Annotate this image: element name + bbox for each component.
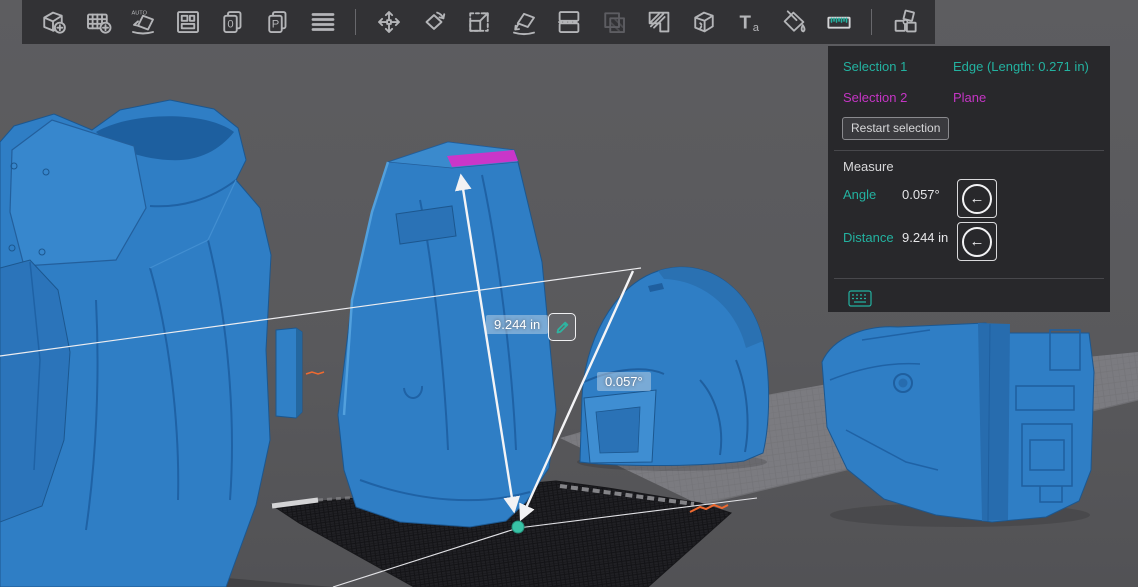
rotate-icon[interactable] bbox=[411, 0, 456, 44]
keyboard-icon bbox=[848, 290, 872, 307]
arrow-left-circle-icon: ← bbox=[962, 184, 992, 214]
arrow-left-circle-icon: ← bbox=[962, 227, 992, 257]
edit-distance-button[interactable] bbox=[548, 313, 576, 341]
measure-vertex-point bbox=[512, 521, 524, 533]
keyboard-shortcuts-button[interactable] bbox=[848, 290, 872, 307]
svg-text:0: 0 bbox=[227, 19, 233, 31]
angle-label: Angle bbox=[843, 187, 876, 202]
svg-text:a: a bbox=[752, 22, 759, 34]
angle-tag: 0.057° bbox=[597, 372, 651, 391]
variable-layer-height-icon bbox=[591, 0, 636, 44]
object-list-icon[interactable] bbox=[300, 0, 345, 44]
color-paint-icon[interactable] bbox=[771, 0, 816, 44]
pencil-icon bbox=[555, 320, 570, 335]
panel-divider bbox=[834, 278, 1104, 279]
add-object-icon[interactable] bbox=[30, 0, 75, 44]
assembly-icon[interactable] bbox=[882, 0, 927, 44]
selection2-value: Plane bbox=[953, 90, 986, 105]
selection1-label: Selection 1 bbox=[843, 59, 907, 74]
restart-selection-button[interactable]: Restart selection bbox=[842, 117, 949, 140]
panel-divider bbox=[834, 150, 1104, 151]
svg-text:P: P bbox=[271, 19, 279, 31]
angle-value: 0.057° bbox=[902, 187, 940, 202]
document-0-icon[interactable]: 0 bbox=[210, 0, 255, 44]
arrange-icon[interactable] bbox=[165, 0, 210, 44]
auto-orient-icon[interactable]: AUTO bbox=[120, 0, 165, 44]
cut-icon[interactable] bbox=[546, 0, 591, 44]
measure-icon[interactable] bbox=[816, 0, 861, 44]
selection2-label: Selection 2 bbox=[843, 90, 907, 105]
main-toolbar: AUTO 0 P bbox=[22, 0, 935, 44]
apply-angle-button[interactable]: ← bbox=[957, 179, 997, 218]
measure-section-title: Measure bbox=[843, 159, 894, 174]
measure-panel: Selection 1 Edge (Length: 0.271 in) Sele… bbox=[828, 46, 1110, 312]
add-plate-icon[interactable] bbox=[75, 0, 120, 44]
distance-tag: 9.244 in bbox=[486, 315, 548, 334]
distance-value: 9.244 in bbox=[902, 230, 948, 245]
apply-distance-button[interactable]: ← bbox=[957, 222, 997, 261]
mesh-boolean-icon[interactable] bbox=[681, 0, 726, 44]
mesh-region-icon[interactable] bbox=[636, 0, 681, 44]
toolbar-separator bbox=[355, 9, 356, 35]
place-on-face-icon[interactable] bbox=[501, 0, 546, 44]
text-tool-icon[interactable]: Ta bbox=[726, 0, 771, 44]
distance-label: Distance bbox=[843, 230, 894, 245]
scale-icon[interactable] bbox=[456, 0, 501, 44]
selection1-value: Edge (Length: 0.271 in) bbox=[953, 59, 1089, 74]
document-p-icon[interactable]: P bbox=[255, 0, 300, 44]
move-icon[interactable] bbox=[366, 0, 411, 44]
toolbar-separator bbox=[871, 9, 872, 35]
slicer-app-window: 9.244 in 0.057° AUTO 0 P bbox=[0, 0, 1138, 587]
svg-text:T: T bbox=[739, 11, 751, 32]
